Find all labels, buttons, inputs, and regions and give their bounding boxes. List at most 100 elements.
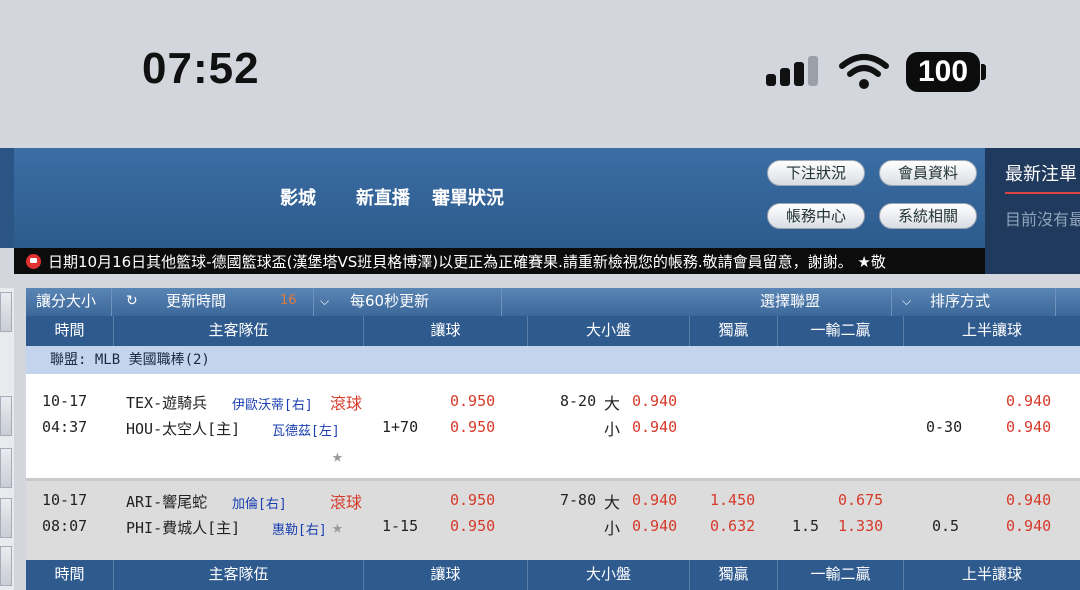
system-button[interactable]: 系統相關 — [879, 203, 977, 229]
first-half-line: 0.5 — [932, 517, 960, 535]
col-time: 時間 — [26, 560, 114, 590]
col-teams: 主客隊伍 — [114, 316, 364, 346]
home-pitcher: 瓦德茲[左] — [272, 424, 340, 439]
refresh-interval-label: 每60秒更新 — [350, 292, 430, 310]
live-badge: 滾球 — [330, 394, 363, 413]
away-team: ARI-響尾蛇 — [126, 493, 208, 511]
latest-bets-empty: 目前沒有最 — [1005, 210, 1080, 229]
odds-table: 讓分大小 ↻ 更新時間 16 ⌵ 每60秒更新 選擇聯盟 ⌵ 排序方式 時間 主… — [26, 288, 1080, 590]
left-tab[interactable] — [0, 546, 12, 586]
favorite-star-icon[interactable]: ★ — [332, 517, 343, 538]
announcement-icon — [26, 254, 41, 269]
home-team: PHI-費城人[主] — [126, 519, 241, 537]
account-center-button[interactable]: 帳務中心 — [767, 203, 865, 229]
ou-over-label: 大 — [604, 394, 621, 413]
nav-order-status[interactable]: 審單狀況 — [432, 184, 504, 210]
latest-bets-panel: 最新注單 目前沒有最 — [985, 148, 1080, 274]
site-header: 影城 新直播 審單狀況 下注狀況 會員資料 帳務中心 系統相關 — [0, 148, 985, 248]
first-half-odds[interactable]: 0.940 — [1006, 392, 1051, 410]
league-select[interactable]: 選擇聯盟 — [502, 288, 892, 316]
handicap-odds[interactable]: 0.950 — [450, 418, 495, 436]
ou-odds[interactable]: 0.940 — [632, 491, 677, 509]
home-team: HOU-太空人[主] — [126, 420, 241, 438]
first-half-odds[interactable]: 0.940 — [1006, 418, 1051, 436]
lose1-win2-odds[interactable]: 1.330 — [838, 517, 883, 535]
ou-under-label: 小 — [604, 519, 621, 538]
league-select-label: 選擇聯盟 — [760, 292, 821, 310]
left-tab[interactable] — [0, 498, 12, 538]
first-half-line: 0-30 — [926, 418, 963, 436]
col-moneyline: 獨贏 — [690, 316, 778, 346]
refresh-interval-select[interactable]: ⌵ 每60秒更新 — [314, 288, 502, 316]
match-time: 04:37 — [42, 418, 88, 436]
left-edge-panel — [0, 288, 14, 590]
ou-under-label: 小 — [604, 420, 621, 439]
battery-cap-icon — [981, 64, 986, 80]
battery-indicator: 100 — [906, 52, 980, 92]
announcement-marquee[interactable]: 日期10月16日其他籃球-德國籃球盃(漢堡塔VS班貝格博澤)以更正為正確賽果.請… — [14, 248, 985, 274]
lose1-win2-line: 1.5 — [792, 517, 820, 535]
lose1-win2-odds[interactable]: 0.675 — [838, 491, 883, 509]
col-time: 時間 — [26, 316, 114, 346]
chevron-down-icon: ⌵ — [320, 294, 330, 308]
left-tab[interactable] — [0, 448, 12, 488]
refresh-label: 更新時間 — [166, 292, 227, 310]
handicap-odds[interactable]: 0.950 — [450, 392, 495, 410]
column-header-repeat: 時間 主客隊伍 讓球 大小盤 獨贏 一輸二贏 上半讓球 — [26, 560, 1080, 590]
col-moneyline: 獨贏 — [690, 560, 778, 590]
league-row[interactable]: 聯盟: MLB 美國職棒(2) — [26, 346, 1080, 374]
latest-bets-title: 最新注單 — [1005, 164, 1077, 185]
col-handicap: 讓球 — [364, 316, 528, 346]
status-clock: 07:52 — [142, 44, 260, 93]
member-info-button[interactable]: 會員資料 — [879, 160, 977, 186]
col-first-half-handicap: 上半讓球 — [961, 321, 1022, 339]
refresh-control[interactable]: ↻ 更新時間 16 — [112, 288, 314, 316]
left-tab[interactable] — [0, 292, 12, 332]
refresh-icon[interactable]: ↻ — [126, 288, 138, 314]
handicap-line: 1-15 — [382, 517, 419, 535]
ou-over-label: 大 — [604, 493, 621, 512]
match-row: 10-17 04:37 TEX-遊騎兵 伊歐沃蒂[右] 滾球 HOU-太空人[主… — [26, 374, 1080, 478]
ou-line: 7-80 — [560, 491, 597, 509]
nav-cinema[interactable]: 影城 — [280, 184, 316, 210]
cellular-signal-icon — [766, 56, 818, 86]
chevron-down-icon: ⌵ — [902, 294, 912, 308]
handicap-odds[interactable]: 0.950 — [450, 491, 495, 509]
handicap-ou-tab[interactable]: 讓分大小 — [26, 288, 112, 316]
col-lose1-win2: 一輸二贏 — [778, 560, 904, 590]
match-date: 10-17 — [42, 491, 88, 509]
col-handicap: 讓球 — [364, 560, 528, 590]
favorite-star-icon[interactable]: ★ — [332, 446, 343, 467]
first-half-odds[interactable]: 0.940 — [1006, 517, 1051, 535]
ios-status-bar: 07:52 100 — [0, 0, 1080, 148]
handicap-odds[interactable]: 0.950 — [450, 517, 495, 535]
match-date: 10-17 — [42, 392, 88, 410]
col-first-half-handicap: 上半讓球 — [961, 565, 1022, 583]
bet-status-button[interactable]: 下注狀況 — [767, 160, 865, 186]
away-pitcher: 伊歐沃蒂[右] — [232, 398, 313, 413]
odds-toolbar: 讓分大小 ↻ 更新時間 16 ⌵ 每60秒更新 選擇聯盟 ⌵ 排序方式 — [26, 288, 1080, 316]
col-over-under: 大小盤 — [528, 560, 690, 590]
refresh-countdown: 16 — [280, 293, 297, 308]
col-over-under: 大小盤 — [528, 316, 690, 346]
ou-odds[interactable]: 0.940 — [632, 392, 677, 410]
col-lose1-win2: 一輸二贏 — [778, 316, 904, 346]
latest-bets-underline — [1005, 192, 1080, 194]
moneyline-odds[interactable]: 0.632 — [710, 517, 755, 535]
moneyline-odds[interactable]: 1.450 — [710, 491, 755, 509]
match-row: 10-17 08:07 ARI-響尾蛇 加倫[右] 滾球 PHI-費城人[主] … — [26, 481, 1080, 561]
first-half-odds[interactable]: 0.940 — [1006, 491, 1051, 509]
wifi-icon — [839, 54, 889, 89]
left-tab[interactable] — [0, 396, 12, 436]
handicap-line: 1+70 — [382, 418, 419, 436]
col-teams: 主客隊伍 — [114, 560, 364, 590]
sort-label: 排序方式 — [930, 292, 991, 310]
nav-live[interactable]: 新直播 — [356, 184, 410, 210]
live-badge: 滾球 — [330, 493, 363, 512]
ou-odds[interactable]: 0.940 — [632, 418, 677, 436]
column-header: 時間 主客隊伍 讓球 大小盤 獨贏 一輸二贏 上半讓球 — [26, 316, 1080, 346]
away-team: TEX-遊騎兵 — [126, 394, 208, 412]
away-pitcher: 加倫[右] — [232, 497, 287, 512]
sort-select[interactable]: ⌵ 排序方式 — [892, 288, 1056, 316]
ou-odds[interactable]: 0.940 — [632, 517, 677, 535]
